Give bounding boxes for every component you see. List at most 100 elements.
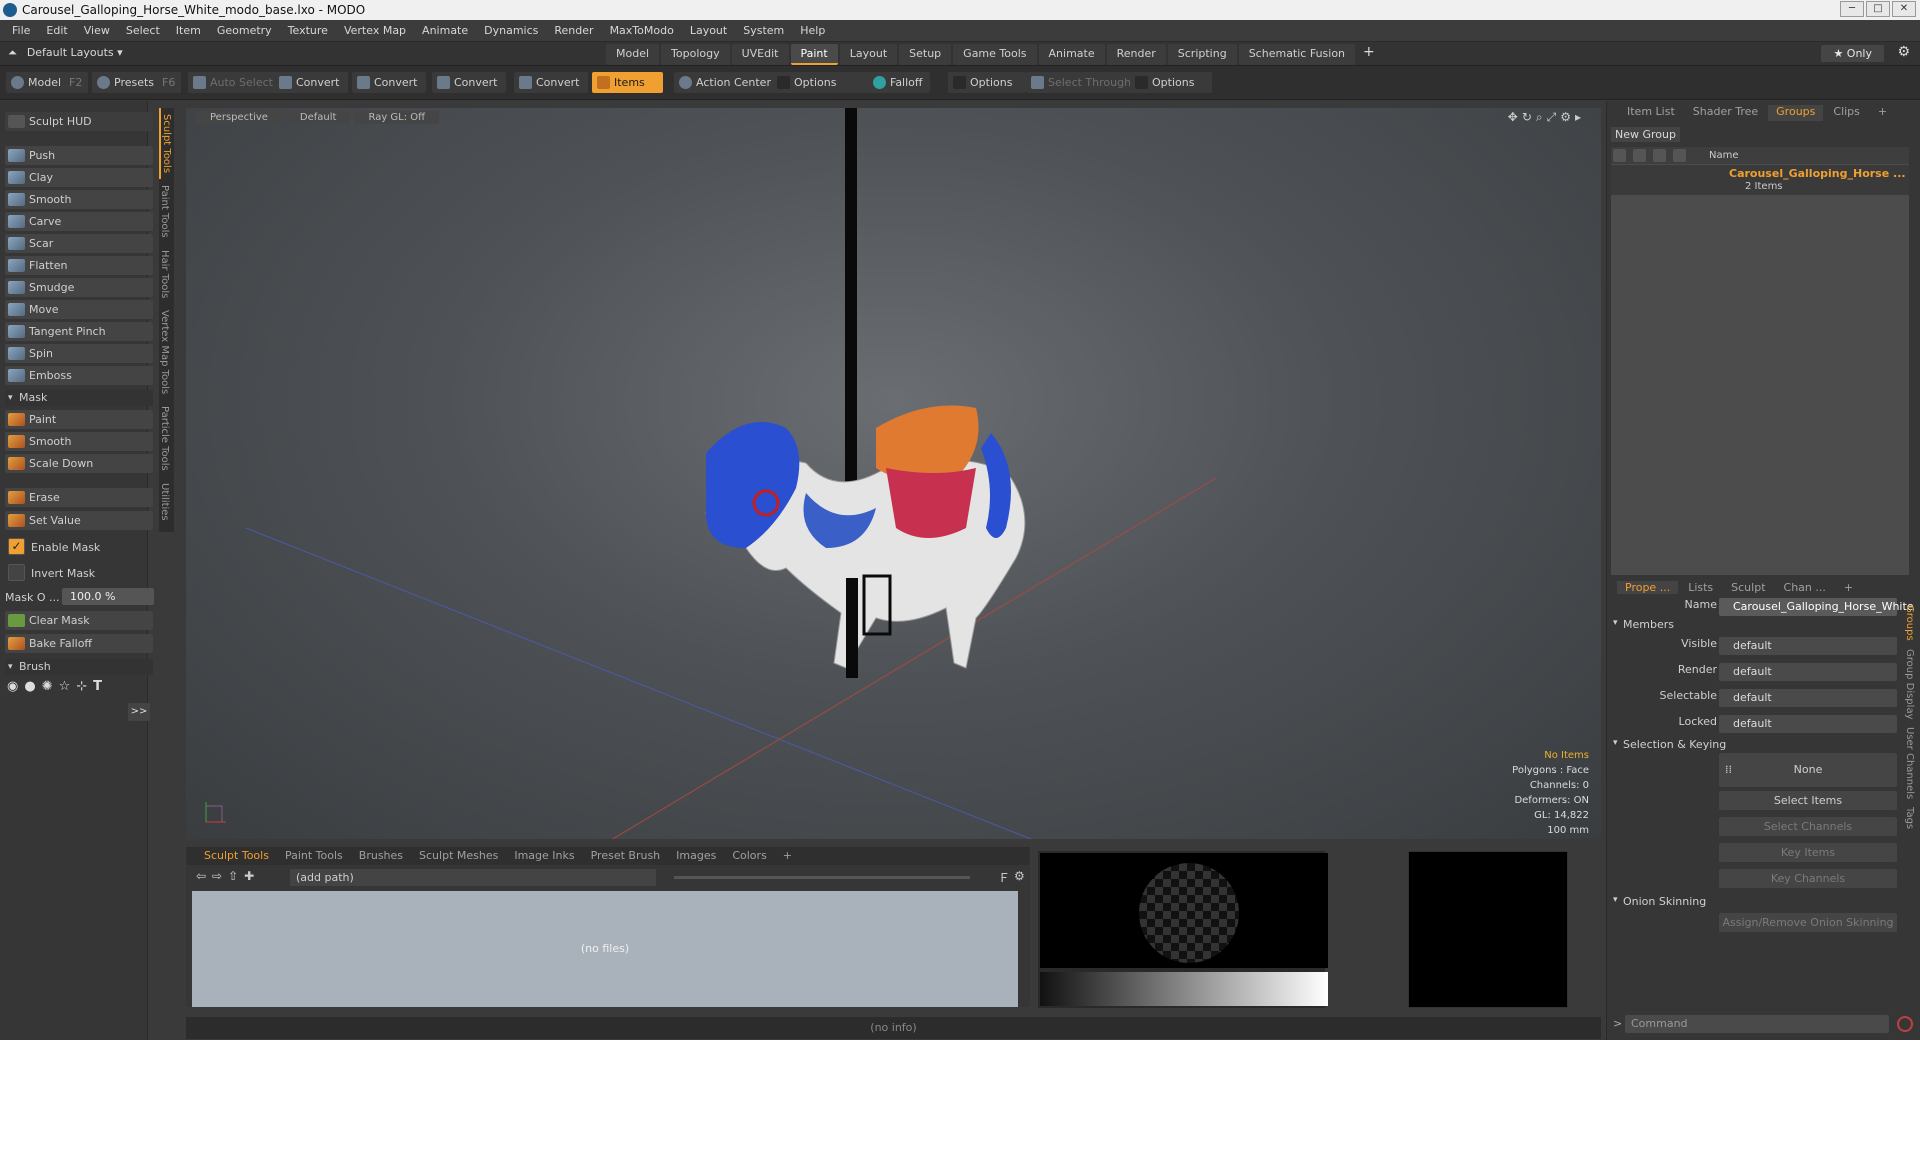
visibility-eye-icon[interactable] (1613, 149, 1626, 162)
hard-brush-icon[interactable]: ● (24, 679, 35, 694)
procedural-brush-icon[interactable]: ⊹ (76, 679, 87, 694)
rtab-clips[interactable]: Clips (1825, 105, 1868, 121)
filter-icon[interactable]: Ｆ (998, 869, 1010, 886)
visible-dropdown[interactable]: default (1719, 637, 1897, 655)
rvtab-groups[interactable]: Groups (1904, 601, 1915, 645)
select-through-button[interactable]: Select Through (1026, 72, 1140, 93)
presets-button[interactable]: Presets F6 (92, 72, 182, 93)
rtab-item-list[interactable]: Item List (1619, 105, 1683, 121)
command-input[interactable]: Command (1625, 1015, 1889, 1033)
tab-hair-tools[interactable]: Hair Tools (159, 244, 170, 304)
key-items-button[interactable]: Key Items (1719, 843, 1897, 862)
thumb-size-slider[interactable] (674, 876, 970, 879)
menu-edit[interactable]: Edit (38, 24, 75, 37)
mask-section-header[interactable]: Mask (5, 390, 153, 406)
name-field[interactable]: Carousel_Galloping_Horse_White (1719, 598, 1914, 616)
enable-mask-checkbox[interactable]: ✓ (8, 538, 25, 555)
locked-dropdown[interactable]: default (1719, 715, 1897, 733)
tool-clay[interactable]: Clay (5, 168, 153, 187)
mask-scale-down[interactable]: Scale Down (5, 454, 153, 473)
files-area[interactable]: (no files) (192, 891, 1018, 1007)
tab-uvedit[interactable]: UVEdit (731, 44, 789, 65)
rvtab-tags[interactable]: Tags (1904, 803, 1915, 833)
btab-paint-tools[interactable]: Paint Tools (279, 847, 349, 865)
action-center-options-button[interactable]: Options (772, 72, 877, 93)
tab-particle-tools[interactable]: Particle Tools (159, 400, 170, 477)
menu-texture[interactable]: Texture (280, 24, 336, 37)
layout-arrow-icon[interactable]: ⏶ (8, 46, 17, 60)
convert-polygons-button[interactable]: Convert (432, 72, 506, 93)
rtab-groups[interactable]: Groups (1768, 105, 1824, 121)
tool-emboss[interactable]: Emboss (5, 366, 153, 385)
tool-move[interactable]: Move (5, 300, 153, 319)
btab-sculpt-tools[interactable]: Sculpt Tools (198, 847, 275, 865)
tab-schematic-fusion[interactable]: Schematic Fusion (1238, 44, 1356, 65)
tab-setup[interactable]: Setup (899, 44, 952, 65)
onion-skinning-section[interactable]: Onion Skinning (1613, 895, 1706, 908)
gear-icon[interactable]: ⚙ (1897, 44, 1910, 60)
rvtab-group-display[interactable]: Group Display (1904, 645, 1915, 723)
browser-gear-icon[interactable]: ⚙ (1014, 869, 1025, 883)
soft-brush-icon[interactable]: ◉ (7, 679, 18, 694)
tab-animate[interactable]: Animate (1038, 44, 1105, 65)
mask-smooth[interactable]: Smooth (5, 432, 153, 451)
selectable-icon[interactable] (1673, 149, 1686, 162)
menu-layout[interactable]: Layout (682, 24, 735, 37)
members-section[interactable]: Members (1613, 618, 1674, 631)
convert-vertices-button[interactable]: Convert (274, 72, 348, 93)
tool-carve[interactable]: Carve (5, 212, 153, 231)
ptab-lists[interactable]: Lists (1680, 581, 1721, 594)
star-brush-icon[interactable]: ☆ (59, 679, 71, 694)
menu-help[interactable]: Help (792, 24, 833, 37)
tab-scripting[interactable]: Scripting (1167, 44, 1237, 65)
record-icon[interactable] (1897, 1016, 1913, 1032)
key-channels-button[interactable]: Key Channels (1719, 869, 1897, 888)
mask-opacity-field[interactable]: 100.0 % (62, 588, 154, 605)
menu-item[interactable]: Item (168, 24, 209, 37)
tab-topology[interactable]: Topology (661, 44, 730, 65)
tab-utilities[interactable]: Utilities (159, 477, 170, 527)
convert-edges-button[interactable]: Convert (352, 72, 426, 93)
menu-animate[interactable]: Animate (414, 24, 476, 37)
new-group-button[interactable]: New Group (1611, 127, 1680, 142)
render-dropdown[interactable]: default (1719, 663, 1897, 681)
items-button[interactable]: Items (592, 72, 663, 93)
path-nav-icons[interactable]: ⇦⇨⇧✚ (196, 869, 260, 883)
menu-render[interactable]: Render (546, 24, 601, 37)
ptab-sculpt[interactable]: Sculpt (1723, 581, 1773, 594)
menu-vertex-map[interactable]: Vertex Map (336, 24, 414, 37)
btab-colors[interactable]: Colors (726, 847, 772, 865)
tab-layout[interactable]: Layout (839, 44, 898, 65)
btab-preset-brush[interactable]: Preset Brush (585, 847, 667, 865)
convert-items-button[interactable]: Convert (514, 72, 588, 93)
splat-brush-icon[interactable]: ✺ (42, 679, 53, 694)
btab-sculpt-meshes[interactable]: Sculpt Meshes (413, 847, 504, 865)
menu-geometry[interactable]: Geometry (209, 24, 280, 37)
tool-scar[interactable]: Scar (5, 234, 153, 253)
sculpt-hud-button[interactable]: Sculpt HUD (5, 112, 153, 131)
tool-flatten[interactable]: Flatten (5, 256, 153, 275)
tab-model[interactable]: Model (606, 44, 660, 65)
tool-smudge[interactable]: Smudge (5, 278, 153, 297)
lock-icon[interactable] (1653, 149, 1666, 162)
falloff-button[interactable]: Falloff (868, 72, 931, 93)
rvtab-user-channels[interactable]: User Channels (1904, 723, 1915, 803)
btab-add[interactable]: + (777, 847, 798, 865)
tool-smooth[interactable]: Smooth (5, 190, 153, 209)
mask-set-value[interactable]: Set Value (5, 511, 153, 530)
menu-dynamics[interactable]: Dynamics (476, 24, 546, 37)
menu-select[interactable]: Select (118, 24, 168, 37)
minimize-button[interactable]: ─ (1840, 1, 1864, 17)
render-icon[interactable] (1633, 149, 1646, 162)
group-row[interactable]: Carousel_Galloping_Horse ... 2 Items (1611, 165, 1909, 195)
tab-render[interactable]: Render (1106, 44, 1166, 65)
bake-falloff-button[interactable]: Bake Falloff (5, 634, 153, 653)
mask-erase[interactable]: Erase (5, 488, 153, 507)
ptab-properties[interactable]: Prope ... (1617, 581, 1679, 594)
ptab-channels[interactable]: Chan ... (1776, 581, 1834, 594)
action-center-button[interactable]: Action Center (674, 72, 779, 93)
menu-maxtomodo[interactable]: MaxToModo (602, 24, 682, 37)
3d-viewport[interactable]: Perspective Default Ray GL: Off ✥↻⌕⤢⚙▸ N… (186, 108, 1601, 839)
none-selector[interactable]: ⁞⁞ None (1719, 753, 1897, 787)
tab-vertex-map-tools[interactable]: Vertex Map Tools (159, 304, 170, 400)
